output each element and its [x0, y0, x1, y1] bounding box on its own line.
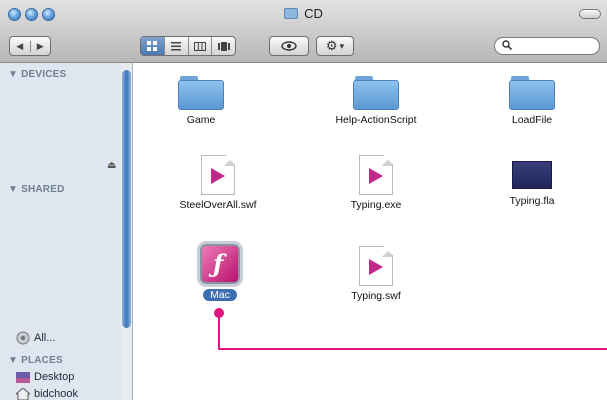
list-view-icon	[171, 41, 182, 50]
file-label: SteelOverAll.swf	[179, 199, 257, 211]
file-label: Help-ActionScript	[335, 114, 417, 126]
sidebar-item-all[interactable]: All...	[16, 331, 55, 345]
file-label: LoadFile	[511, 114, 553, 126]
folder-icon	[284, 8, 299, 19]
sidebar-scrollbar-thumb[interactable]	[122, 70, 131, 328]
file-item-typing-fla[interactable]: Typing.fla	[477, 155, 587, 207]
swf-file-icon	[201, 155, 235, 195]
sidebar-item-desktop[interactable]: Desktop	[16, 371, 74, 383]
desktop-icon	[16, 371, 30, 383]
quicklook-button[interactable]	[269, 36, 309, 56]
file-item-mac[interactable]: ƒ Mac	[165, 241, 275, 303]
search-field[interactable]	[494, 37, 600, 55]
action-menu-button[interactable]: ⚙ ▾	[316, 36, 354, 56]
file-item-loadfile[interactable]: LoadFile	[477, 76, 587, 126]
forward-button[interactable]: ▶	[31, 41, 51, 52]
gear-icon: ⚙	[325, 38, 338, 53]
callout-line	[218, 348, 607, 350]
file-item-help-actionscript[interactable]: Help-ActionScript	[321, 76, 431, 126]
sidebar-section-devices[interactable]: ▼ DEVICES	[8, 69, 66, 80]
sidebar-item-label: All...	[34, 332, 56, 344]
icon-view-button[interactable]	[141, 37, 165, 55]
file-item-typing-swf[interactable]: Typing.swf	[321, 246, 431, 302]
chevron-down-icon: ▾	[339, 40, 345, 51]
home-icon	[16, 388, 30, 400]
sidebar-item-label: Desktop	[34, 371, 75, 383]
window-title: CD	[0, 6, 607, 21]
sidebar-section-places[interactable]: ▼ PLACES	[8, 355, 63, 366]
file-label: Game	[186, 114, 216, 126]
network-icon	[16, 331, 30, 345]
file-item-game[interactable]: Game	[146, 76, 256, 126]
list-view-button[interactable]	[165, 37, 189, 55]
icon-view-icon	[147, 41, 158, 51]
folder-icon	[353, 76, 399, 110]
search-icon	[502, 40, 512, 50]
eye-icon	[281, 41, 297, 51]
file-item-typing-exe[interactable]: Typing.exe	[321, 155, 431, 211]
toolbar-toggle-button[interactable]	[579, 9, 601, 19]
column-view-icon	[193, 41, 206, 51]
folder-icon	[178, 76, 224, 110]
back-button[interactable]: ◀	[10, 40, 31, 52]
flash-app-icon: ƒ	[197, 241, 243, 287]
swf-file-icon	[359, 246, 393, 286]
coverflow-view-icon	[217, 41, 230, 51]
eject-icon[interactable]: ⏏	[107, 160, 116, 171]
window-titlebar: CD ◀ ▶ ⚙ ▾	[0, 0, 607, 63]
folder-icon	[509, 76, 555, 110]
sidebar: ▼ DEVICES ⏏ ▼ SHARED All... ▼ PLACES Des…	[0, 63, 133, 400]
view-mode-group	[140, 36, 236, 56]
coverflow-view-button[interactable]	[212, 37, 235, 55]
file-label: Typing.swf	[351, 290, 401, 302]
swf-file-icon	[359, 155, 393, 195]
sidebar-section-shared[interactable]: ▼ SHARED	[8, 184, 65, 195]
fla-file-icon	[512, 161, 552, 189]
callout-line	[218, 313, 220, 350]
sidebar-item-label: bidchook	[34, 388, 79, 400]
file-label-selected: Mac	[203, 289, 237, 301]
file-item-steeloverall-swf[interactable]: SteelOverAll.swf	[163, 155, 273, 211]
sidebar-item-home[interactable]: bidchook	[16, 388, 78, 400]
column-view-button[interactable]	[189, 37, 213, 55]
file-label: Typing.exe	[350, 199, 402, 211]
file-label: Typing.fla	[509, 195, 555, 207]
nav-button-group: ◀ ▶	[9, 36, 51, 56]
